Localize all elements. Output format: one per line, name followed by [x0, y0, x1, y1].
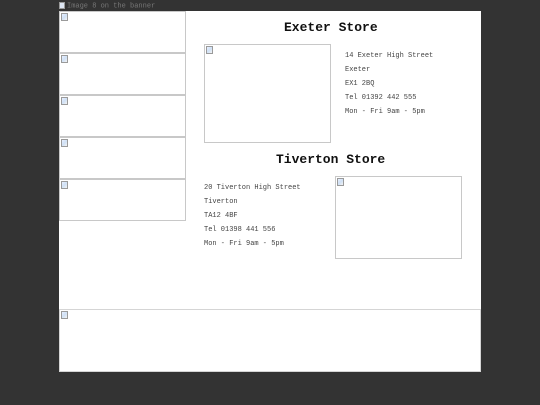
broken-image-icon: [61, 13, 68, 21]
broken-image-icon: [206, 46, 213, 54]
broken-image-icon: [61, 181, 68, 189]
exeter-address-line: 14 Exeter High Street: [345, 52, 434, 60]
exeter-phone: Tel 01392 442 555: [345, 94, 417, 102]
broken-image-icon: [61, 55, 68, 63]
nav-image-4[interactable]: [59, 137, 186, 179]
exeter-opening-hours: Mon - Fri 9am - 5pm: [345, 108, 425, 116]
tiverton-opening-hours: Mon - Fri 9am - 5pm: [204, 240, 284, 248]
broken-image-icon: [61, 97, 68, 105]
broken-image-icon: [59, 2, 65, 9]
footer-banner-image: [59, 309, 481, 372]
broken-image-icon: [61, 139, 68, 147]
nav-image-2[interactable]: [59, 53, 186, 95]
tiverton-city: Tiverton: [204, 198, 238, 206]
tiverton-postcode: TA12 4BF: [204, 212, 238, 220]
tiverton-address-line: 20 Tiverton High Street: [204, 184, 301, 192]
header-banner-image: Image 8 on the banner: [59, 2, 155, 10]
broken-image-icon: [337, 178, 344, 186]
header-banner-alt-text: Image 8 on the banner: [67, 2, 156, 11]
tiverton-store-title: Tiverton Store: [276, 152, 386, 167]
broken-image-icon: [61, 311, 68, 319]
main-content: Exeter Store 14 Exeter High Street Exete…: [59, 11, 481, 372]
exeter-postcode: EX1 2BQ: [345, 80, 375, 88]
nav-image-5[interactable]: [59, 179, 186, 221]
exeter-city: Exeter: [345, 66, 371, 74]
nav-image-1[interactable]: [59, 11, 186, 53]
exeter-store-photo: [204, 44, 331, 143]
exeter-store-title: Exeter Store: [284, 20, 378, 35]
nav-image-3[interactable]: [59, 95, 186, 137]
tiverton-phone: Tel 01398 441 556: [204, 226, 276, 234]
tiverton-store-photo: [335, 176, 462, 259]
